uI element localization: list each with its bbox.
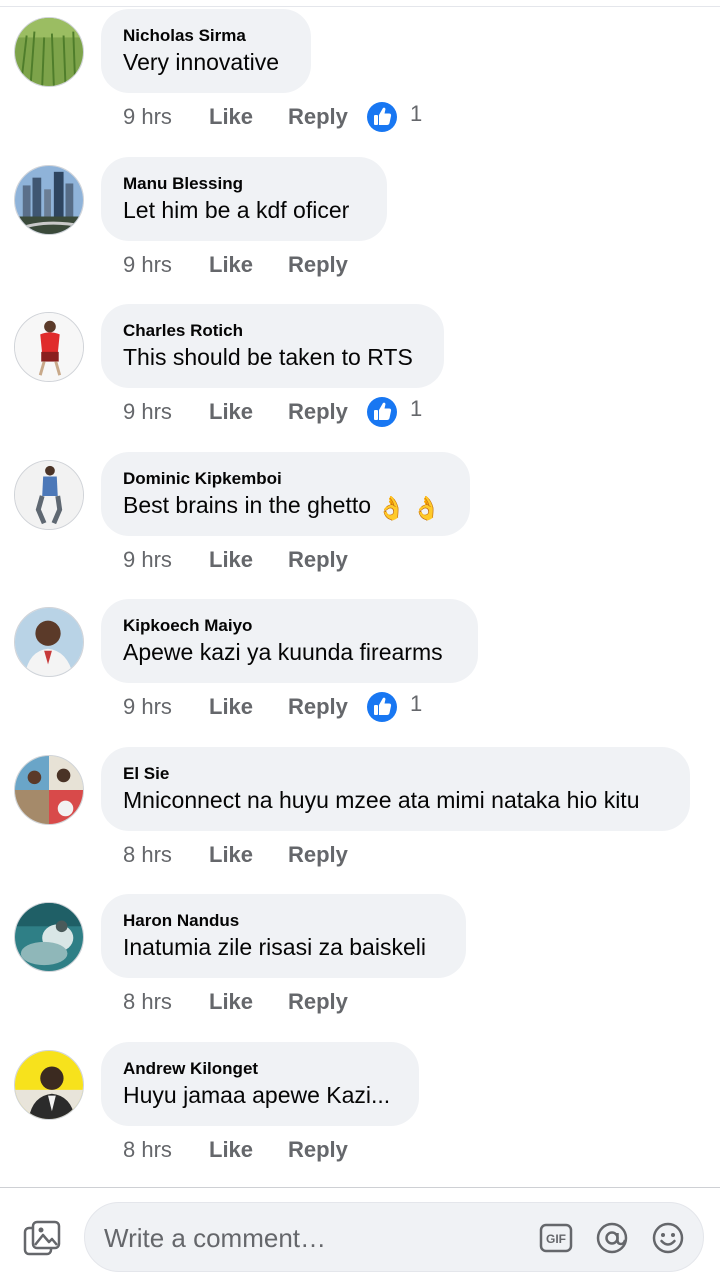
- like-button[interactable]: Like: [209, 547, 253, 573]
- ok-hand-emoji: 👌 👌: [377, 495, 441, 521]
- like-button[interactable]: Like: [209, 399, 253, 425]
- comment-text: Apewe kazi ya kuunda firearms: [123, 639, 443, 665]
- reply-button[interactable]: Reply: [288, 547, 348, 573]
- comment-author[interactable]: Manu Blessing: [123, 174, 243, 194]
- comment-time[interactable]: 8 hrs: [123, 989, 172, 1015]
- comment-actions: 9 hrs Like Reply: [0, 252, 720, 282]
- comment-bubble: Dominic Kipkemboi Best brains in the ghe…: [101, 452, 470, 536]
- comment-actions: 9 hrs Like Reply 1: [0, 101, 720, 134]
- comment-time[interactable]: 9 hrs: [123, 399, 172, 425]
- avatar[interactable]: [14, 17, 84, 87]
- comment-time[interactable]: 9 hrs: [123, 694, 172, 720]
- comment-actions: 9 hrs Like Reply 1: [0, 396, 720, 429]
- reply-button[interactable]: Reply: [288, 104, 348, 130]
- emoji-icon[interactable]: [651, 1221, 685, 1255]
- reaction-count[interactable]: 1: [410, 101, 422, 127]
- comment-input-placeholder: Write a comment…: [104, 1223, 327, 1253]
- like-button[interactable]: Like: [209, 842, 253, 868]
- top-divider: [0, 6, 720, 7]
- avatar[interactable]: [14, 902, 84, 972]
- comment: Haron Nandus Inatumia zile risasi za bai…: [0, 894, 720, 1042]
- comment-bubble: Andrew Kilonget Huyu jamaa apewe Kazi...: [101, 1042, 419, 1126]
- reaction-count[interactable]: 1: [410, 396, 422, 422]
- photo-icon[interactable]: [22, 1219, 62, 1259]
- comment-bubble: Haron Nandus Inatumia zile risasi za bai…: [101, 894, 466, 978]
- comment-text-body: Best brains in the ghetto: [123, 492, 372, 518]
- comment-time[interactable]: 9 hrs: [123, 547, 172, 573]
- reply-button[interactable]: Reply: [288, 989, 348, 1015]
- reply-button[interactable]: Reply: [288, 842, 348, 868]
- comment-author[interactable]: Charles Rotich: [123, 321, 243, 341]
- comment: Andrew Kilonget Huyu jamaa apewe Kazi...…: [0, 1042, 720, 1190]
- comment-author[interactable]: Dominic Kipkemboi: [123, 469, 282, 489]
- comment-text: Best brains in the ghetto 👌 👌: [123, 492, 441, 522]
- comment-actions: 9 hrs Like Reply: [0, 547, 720, 577]
- at-icon[interactable]: [595, 1221, 629, 1255]
- comment-time[interactable]: 9 hrs: [123, 104, 172, 130]
- reply-button[interactable]: Reply: [288, 252, 348, 278]
- comment-bubble: Kipkoech Maiyo Apewe kazi ya kuunda fire…: [101, 599, 478, 683]
- svg-text:GIF: GIF: [546, 1232, 566, 1246]
- reaction-count[interactable]: 1: [410, 691, 422, 717]
- avatar[interactable]: [14, 607, 84, 677]
- comment-author[interactable]: El Sie: [123, 764, 169, 784]
- comment-composer: Write a comment… GIF: [0, 1188, 720, 1287]
- avatar[interactable]: [14, 755, 84, 825]
- comment-actions: 8 hrs Like Reply: [0, 989, 720, 1019]
- like-reaction-icon[interactable]: [366, 101, 398, 133]
- comment-author[interactable]: Haron Nandus: [123, 911, 239, 931]
- comment-input[interactable]: Write a comment… GIF: [84, 1202, 704, 1272]
- comment-text: Very innovative: [123, 49, 279, 75]
- reply-button[interactable]: Reply: [288, 399, 348, 425]
- comment: Charles Rotich This should be taken to R…: [0, 304, 720, 452]
- comment-bubble: Manu Blessing Let him be a kdf oficer: [101, 157, 387, 241]
- avatar[interactable]: [14, 460, 84, 530]
- comment: Dominic Kipkemboi Best brains in the ghe…: [0, 452, 720, 600]
- like-reaction-icon[interactable]: [366, 691, 398, 723]
- comment: El Sie Mniconnect na huyu mzee ata mimi …: [0, 747, 720, 895]
- like-button[interactable]: Like: [209, 694, 253, 720]
- comment-bubble: Nicholas Sirma Very innovative: [101, 9, 311, 93]
- comment-bubble: El Sie Mniconnect na huyu mzee ata mimi …: [101, 747, 690, 831]
- comment: Manu Blessing Let him be a kdf oficer 9 …: [0, 157, 720, 305]
- like-reaction-icon[interactable]: [366, 396, 398, 428]
- like-button[interactable]: Like: [209, 989, 253, 1015]
- comment-time[interactable]: 9 hrs: [123, 252, 172, 278]
- avatar[interactable]: [14, 165, 84, 235]
- comment-time[interactable]: 8 hrs: [123, 1137, 172, 1163]
- comment-text: Mniconnect na huyu mzee ata mimi nataka …: [123, 787, 640, 813]
- like-button[interactable]: Like: [209, 252, 253, 278]
- reply-button[interactable]: Reply: [288, 694, 348, 720]
- like-button[interactable]: Like: [209, 104, 253, 130]
- comment-text: Let him be a kdf oficer: [123, 197, 350, 223]
- reply-button[interactable]: Reply: [288, 1137, 348, 1163]
- comment-time[interactable]: 8 hrs: [123, 842, 172, 868]
- comment-text: This should be taken to RTS: [123, 344, 413, 370]
- comment-bubble: Charles Rotich This should be taken to R…: [101, 304, 444, 388]
- comment-actions: 8 hrs Like Reply: [0, 842, 720, 872]
- comment-actions: 8 hrs Like Reply: [0, 1137, 720, 1167]
- comment-text: Huyu jamaa apewe Kazi...: [123, 1082, 391, 1108]
- comment-author[interactable]: Andrew Kilonget: [123, 1059, 258, 1079]
- comment-author[interactable]: Nicholas Sirma: [123, 26, 246, 46]
- avatar[interactable]: [14, 1050, 84, 1120]
- avatar[interactable]: [14, 312, 84, 382]
- gif-icon[interactable]: GIF: [539, 1223, 573, 1253]
- comment-text: Inatumia zile risasi za baiskeli: [123, 934, 426, 960]
- comment: Nicholas Sirma Very innovative 9 hrs Lik…: [0, 9, 720, 157]
- like-button[interactable]: Like: [209, 1137, 253, 1163]
- comment-actions: 9 hrs Like Reply 1: [0, 691, 720, 724]
- comment-author[interactable]: Kipkoech Maiyo: [123, 616, 252, 636]
- comment: Kipkoech Maiyo Apewe kazi ya kuunda fire…: [0, 599, 720, 747]
